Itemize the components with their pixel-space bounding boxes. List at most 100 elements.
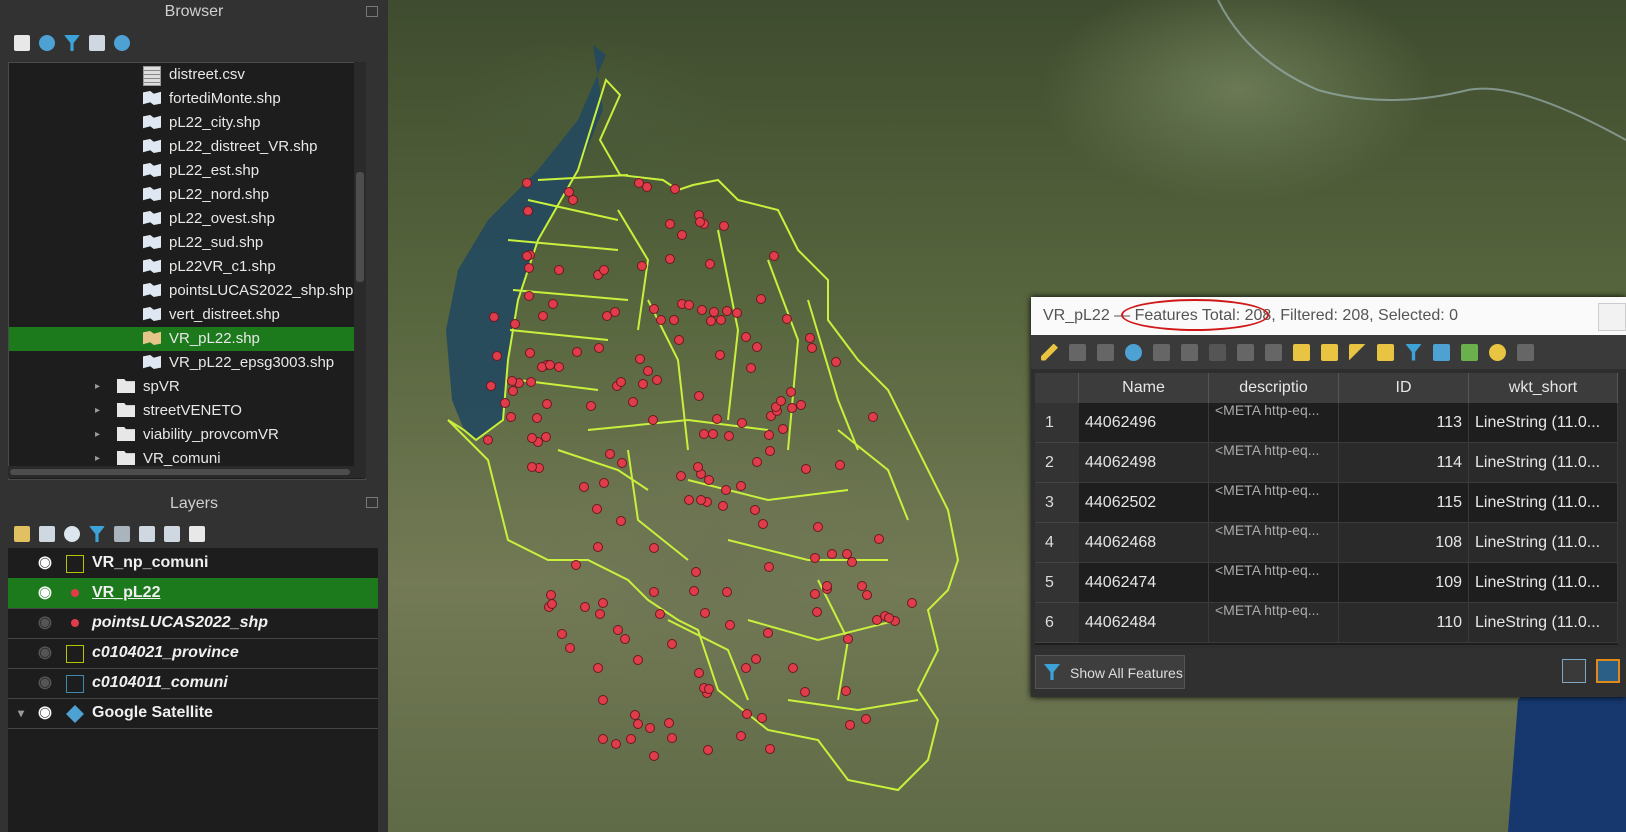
table-cell-desc[interactable]: <META http-eq...	[1209, 443, 1339, 483]
style-panel-icon[interactable]	[14, 526, 30, 542]
table-cell-id[interactable]: 113	[1339, 403, 1469, 443]
browser-item[interactable]: pL22_sud.shp	[9, 231, 365, 255]
attribute-table-titlebar[interactable]: VR_pL22 — Features Total: 208, Filtered:…	[1031, 297, 1626, 335]
visibility-eye-icon[interactable]: ◉	[38, 645, 60, 661]
visibility-eye-icon[interactable]: ◉	[38, 585, 60, 601]
row-number[interactable]: 5	[1035, 563, 1079, 603]
column-header-descriptio[interactable]: descriptio	[1209, 373, 1339, 403]
row-number[interactable]: 4	[1035, 523, 1079, 563]
layers-float-button[interactable]	[366, 497, 378, 508]
table-cell-wkt[interactable]: LineString (11.0...	[1469, 483, 1618, 523]
row-number[interactable]: 1	[1035, 403, 1079, 443]
table-cell-desc[interactable]: <META http-eq...	[1209, 483, 1339, 523]
table-cell-desc[interactable]: <META http-eq...	[1209, 523, 1339, 563]
layer-item[interactable]: ◉ VR_np_comuni	[8, 548, 378, 579]
scrollbar-thumb[interactable]	[10, 469, 350, 475]
browser-item[interactable]: ▸ spVR	[9, 375, 365, 399]
collapse-all-icon[interactable]	[89, 35, 105, 51]
browser-item[interactable]: pL22_distreet_VR.shp	[9, 135, 365, 159]
browser-item[interactable]: distreet.csv	[9, 63, 365, 87]
multi-edit-icon[interactable]	[1069, 343, 1086, 361]
layer-item[interactable]: ◉ pointsLUCAS2022_shp	[8, 608, 378, 639]
visibility-eye-icon[interactable]: ◉	[38, 705, 60, 721]
new-field-icon[interactable]	[1517, 343, 1534, 361]
layer-item[interactable]: ▾ ◉ Google Satellite	[8, 698, 378, 729]
save-edits-icon[interactable]	[1097, 343, 1114, 361]
column-header-wkt-short[interactable]: wkt_short	[1469, 373, 1618, 403]
filter-icon[interactable]	[64, 35, 80, 51]
table-cell-wkt[interactable]: LineString (11.0...	[1469, 603, 1618, 643]
remove-layer-icon[interactable]	[189, 526, 205, 542]
table-cell-name[interactable]: 44062496	[1079, 403, 1209, 443]
cut-icon[interactable]	[1209, 343, 1226, 361]
table-cell-id[interactable]: 115	[1339, 483, 1469, 523]
browser-item[interactable]: VR_pL22.shp	[9, 327, 365, 351]
select-all-icon[interactable]	[1321, 343, 1338, 361]
table-cell-wkt[interactable]: LineString (11.0...	[1469, 523, 1618, 563]
close-button[interactable]	[1598, 303, 1626, 331]
copy-icon[interactable]	[1237, 343, 1254, 361]
browser-item[interactable]: pL22_est.shp	[9, 159, 365, 183]
table-cell-name[interactable]: 44062474	[1079, 563, 1209, 603]
table-cell-wkt[interactable]: LineString (11.0...	[1469, 443, 1618, 483]
column-header-name[interactable]: Name	[1079, 373, 1209, 403]
browser-item[interactable]: pointsLUCAS2022_shp.shp	[9, 279, 365, 303]
table-cell-name[interactable]: 44062498	[1079, 443, 1209, 483]
browser-item[interactable]: pL22_city.shp	[9, 111, 365, 135]
layer-item[interactable]: ◉ c0104011_comuni	[8, 668, 378, 699]
show-all-features-button[interactable]: Show All Features	[1035, 655, 1185, 689]
browser-item[interactable]: fortediMonte.shp	[9, 87, 365, 111]
form-view-icon[interactable]	[1562, 659, 1586, 683]
invert-selection-icon[interactable]	[1349, 343, 1366, 361]
pan-to-selected-icon[interactable]	[1461, 343, 1478, 361]
table-view-icon[interactable]	[1596, 659, 1620, 683]
add-group-icon[interactable]	[39, 526, 55, 542]
table-cell-wkt[interactable]: LineString (11.0...	[1469, 403, 1618, 443]
reload-icon[interactable]	[1125, 343, 1142, 361]
refresh-icon[interactable]	[39, 35, 55, 51]
row-number[interactable]: 3	[1035, 483, 1079, 523]
filter-expression-icon[interactable]	[114, 526, 130, 542]
layer-item[interactable]: ◉ VR_pL22	[8, 578, 378, 609]
browser-item[interactable]: pL22VR_c1.shp	[9, 255, 365, 279]
filter-legend-icon[interactable]	[89, 526, 105, 542]
table-cell-name[interactable]: 44062484	[1079, 603, 1209, 643]
column-header-id[interactable]: ID	[1339, 373, 1469, 403]
table-cell-desc[interactable]: <META http-eq...	[1209, 563, 1339, 603]
expand-all-icon[interactable]	[139, 526, 155, 542]
visibility-eye-icon[interactable]: ◉	[38, 555, 60, 571]
table-cell-wkt[interactable]: LineString (11.0...	[1469, 563, 1618, 603]
visibility-eye-icon[interactable]: ◉	[38, 615, 60, 631]
visibility-icon[interactable]	[64, 526, 80, 542]
toggle-editing-icon[interactable]	[1041, 343, 1058, 361]
table-cell-desc[interactable]: <META http-eq...	[1209, 403, 1339, 443]
deselect-all-icon[interactable]	[1377, 343, 1394, 361]
row-number[interactable]: 2	[1035, 443, 1079, 483]
visibility-eye-icon[interactable]: ◉	[38, 675, 60, 691]
browser-horizontal-scrollbar[interactable]	[8, 466, 364, 478]
delete-feature-icon[interactable]	[1181, 343, 1198, 361]
table-cell-id[interactable]: 108	[1339, 523, 1469, 563]
browser-vertical-scrollbar[interactable]	[354, 62, 366, 478]
browser-item[interactable]: ▸ streetVENETO	[9, 399, 365, 423]
table-cell-id[interactable]: 109	[1339, 563, 1469, 603]
collapse-all-icon[interactable]	[164, 526, 180, 542]
table-cell-name[interactable]: 44062468	[1079, 523, 1209, 563]
browser-item[interactable]: vert_distreet.shp	[9, 303, 365, 327]
table-cell-id[interactable]: 110	[1339, 603, 1469, 643]
move-selection-to-top-icon[interactable]	[1433, 343, 1450, 361]
filter-selected-icon[interactable]	[1405, 343, 1422, 361]
table-cell-desc[interactable]: <META http-eq...	[1209, 603, 1339, 643]
select-by-expression-icon[interactable]	[1293, 343, 1310, 361]
browser-item[interactable]: pL22_nord.shp	[9, 183, 365, 207]
table-cell-id[interactable]: 114	[1339, 443, 1469, 483]
scrollbar-thumb[interactable]	[356, 172, 364, 282]
browser-float-button[interactable]	[366, 6, 378, 17]
table-cell-name[interactable]: 44062502	[1079, 483, 1209, 523]
paste-icon[interactable]	[1265, 343, 1282, 361]
row-number[interactable]: 6	[1035, 603, 1079, 643]
browser-item[interactable]: pL22_ovest.shp	[9, 207, 365, 231]
expand-arrow-icon[interactable]: ▸	[95, 399, 100, 423]
expand-arrow-icon[interactable]: ▸	[95, 375, 100, 399]
properties-icon[interactable]	[114, 35, 130, 51]
